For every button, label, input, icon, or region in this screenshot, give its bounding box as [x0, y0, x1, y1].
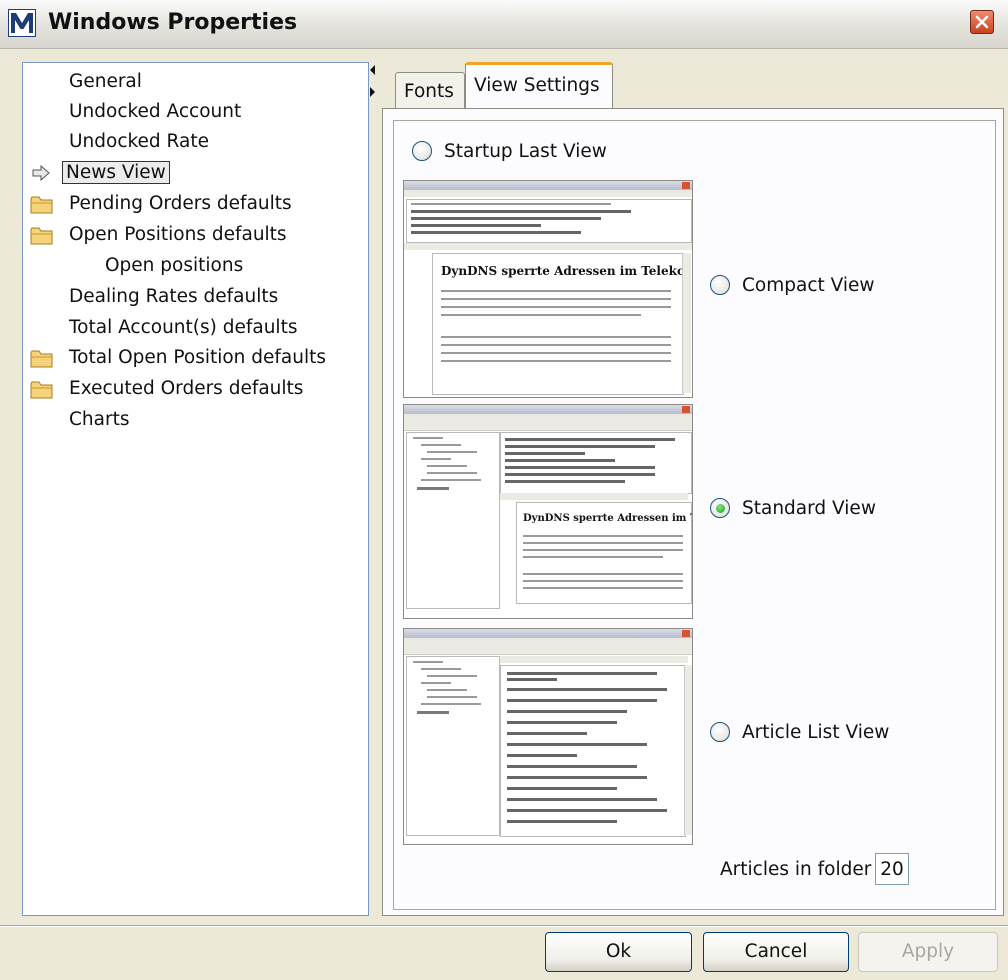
tree-item-undocked-account[interactable]: Undocked Account: [66, 97, 244, 127]
settings-tree: General Undocked Account Undocked Rate N…: [22, 62, 369, 916]
tree-item-news-view[interactable]: News View: [32, 158, 170, 188]
radio-circle[interactable]: [412, 141, 432, 161]
close-button[interactable]: [970, 10, 994, 34]
tree-item-label: Undocked Rate: [69, 131, 209, 152]
compact-view-preview: DynDNS sperrte Adressen im Teleko: [403, 180, 693, 398]
ok-button[interactable]: Ok: [545, 932, 692, 972]
windows-properties-dialog: Windows Properties General Undocked Acco…: [0, 0, 1008, 980]
radio-startup-last-view[interactable]: Startup Last View: [412, 137, 607, 167]
tree-item-label: Charts: [69, 409, 130, 430]
folder-icon: [30, 350, 53, 368]
tree-item-label: Total Account(s) defaults: [69, 317, 298, 338]
tree-item-general[interactable]: General: [66, 67, 145, 97]
radio-label: Article List View: [742, 722, 890, 743]
radio-label: Standard View: [742, 498, 876, 519]
articles-in-folder-label: Articles in folder: [720, 859, 872, 880]
tree-item-label: General: [69, 71, 142, 92]
collapse-left-icon[interactable]: [370, 65, 375, 75]
tree-item-undocked-rate[interactable]: Undocked Rate: [66, 127, 212, 157]
preview-headline: DynDNS sperrte Adressen im Teleko: [441, 264, 685, 278]
radio-circle[interactable]: [710, 275, 730, 295]
tree-item-pending-orders-defaults[interactable]: Pending Orders defaults: [30, 189, 295, 219]
tab-view-settings[interactable]: View Settings: [465, 62, 613, 110]
arrow-icon: [32, 165, 50, 181]
tree-item-label: Dealing Rates defaults: [69, 286, 279, 307]
tree-item-label: Undocked Account: [69, 101, 242, 122]
tree-item-executed-orders-defaults[interactable]: Executed Orders defaults: [30, 374, 306, 404]
folder-icon: [30, 227, 53, 245]
tree-item-charts[interactable]: Charts: [66, 405, 132, 435]
radio-label: Startup Last View: [444, 141, 607, 162]
radio-circle[interactable]: [710, 722, 730, 742]
radio-label: Compact View: [742, 275, 875, 296]
window-title: Windows Properties: [48, 10, 298, 35]
tree-item-label: Open Positions defaults: [69, 224, 287, 245]
radio-circle[interactable]: [710, 498, 730, 518]
cancel-button[interactable]: Cancel: [703, 932, 849, 972]
tree-item-total-accounts-defaults[interactable]: Total Account(s) defaults: [66, 313, 300, 343]
collapse-right-icon[interactable]: [370, 87, 375, 97]
radio-compact-view[interactable]: Compact View: [710, 271, 875, 301]
radio-article-list-view[interactable]: Article List View: [710, 718, 889, 748]
folder-icon: [30, 196, 53, 214]
split-pane-divider[interactable]: [369, 62, 377, 916]
preview-headline: DynDNS sperrte Adressen im Telekom: [523, 513, 692, 524]
tree-item-label: Total Open Position defaults: [69, 347, 327, 368]
title-bar: Windows Properties: [0, 0, 1008, 49]
tree-item-label: Open positions: [105, 255, 244, 276]
standard-view-preview: DynDNS sperrte Adressen im Telekom: [403, 404, 693, 619]
tree-item-dealing-rates-defaults[interactable]: Dealing Rates defaults: [66, 282, 281, 312]
tree-item-label: News View: [62, 161, 170, 184]
folder-icon: [30, 381, 53, 399]
tab-fonts[interactable]: Fonts: [395, 72, 465, 112]
tree-item-label: Executed Orders defaults: [69, 378, 304, 399]
app-logo-icon: [8, 9, 36, 37]
apply-button[interactable]: Apply: [858, 932, 998, 972]
tab-label: Fonts: [404, 81, 454, 102]
article-list-view-preview: [403, 628, 693, 845]
articles-in-folder-input[interactable]: [875, 853, 909, 885]
close-icon: [975, 15, 989, 29]
radio-selected-dot: [716, 504, 725, 513]
tree-item-open-positions-defaults[interactable]: Open Positions defaults: [30, 220, 290, 250]
tree-item-open-positions[interactable]: Open positions: [102, 251, 246, 281]
bottom-separator: [0, 925, 1008, 927]
tree-item-label: Pending Orders defaults: [69, 193, 292, 214]
tab-label: View Settings: [474, 75, 600, 96]
radio-standard-view[interactable]: Standard View: [710, 494, 876, 524]
tree-item-total-open-position-defaults[interactable]: Total Open Position defaults: [30, 343, 329, 373]
